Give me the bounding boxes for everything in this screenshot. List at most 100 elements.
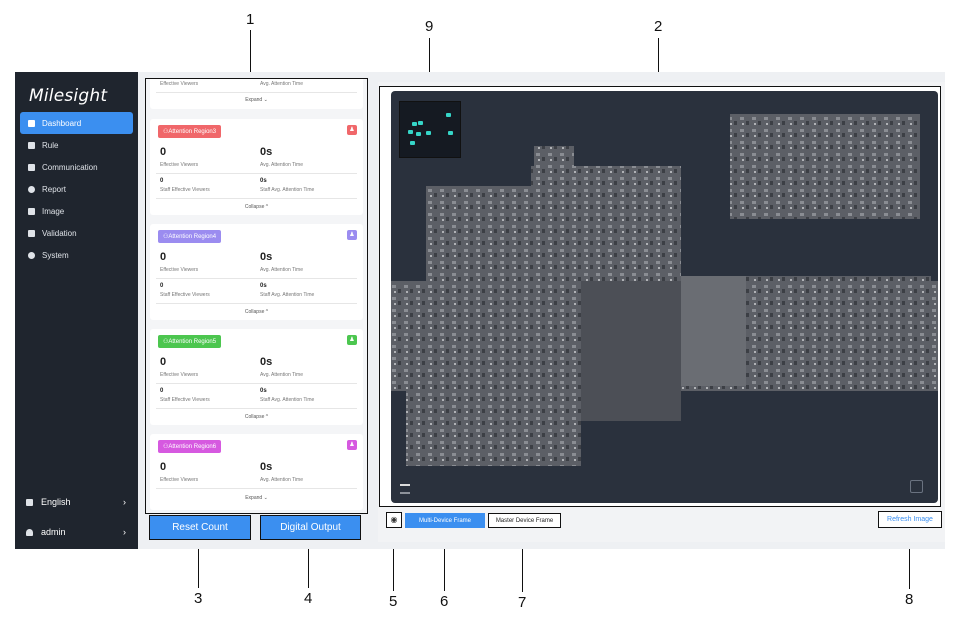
effective-viewers-label: Effective Viewers	[160, 162, 199, 168]
sidebar-item-communication[interactable]: Communication	[20, 156, 133, 178]
reset-count-button[interactable]: Reset Count	[149, 515, 251, 540]
divider	[156, 303, 357, 304]
effective-viewers-label: Effective Viewers	[160, 477, 199, 483]
eye-icon[interactable]: ◉	[386, 512, 402, 528]
callout-8: 8	[905, 591, 914, 608]
chevron-right-icon: ›	[123, 527, 126, 537]
region-card-partial: Effective Viewers Avg. Attention Time Ex…	[150, 79, 363, 109]
callout-1: 1	[246, 11, 255, 28]
effective-viewers-value: 0	[160, 251, 167, 263]
expand-toggle[interactable]: Expand ⌄	[150, 495, 363, 501]
chevron-right-icon: ›	[123, 497, 126, 507]
region-name: Attention Region6	[168, 443, 217, 450]
callout-line-1	[250, 30, 251, 78]
rule-icon	[28, 141, 35, 149]
region-tag[interactable]: ⚇ Attention Region6	[158, 440, 222, 453]
sidebar-item-label: Image	[42, 206, 65, 216]
staff-attention-label: Staff Avg. Attention Time	[260, 187, 315, 193]
sidebar-item-label: Communication	[42, 162, 98, 172]
multi-device-frame-button[interactable]: Multi-Device Frame	[405, 513, 485, 528]
region-user-icon[interactable]: ♟	[347, 440, 357, 450]
region-name: Attention Region3	[168, 128, 217, 135]
callout-9: 9	[425, 18, 434, 35]
staff-attention-value: 0s	[260, 178, 267, 184]
minimap-device-marker	[446, 113, 451, 117]
region-card: ⚇ Attention Region4 ♟ 0 0s Effective Vie…	[150, 224, 363, 320]
avg-attention-label: Avg. Attention Time	[260, 81, 303, 87]
minimap[interactable]	[399, 101, 461, 158]
staff-viewers-label: Staff Effective Viewers	[160, 187, 210, 193]
divider	[156, 198, 357, 199]
region-list-panel[interactable]: Effective Viewers Avg. Attention Time Ex…	[145, 78, 368, 514]
sidebar-item-rule[interactable]: Rule	[20, 134, 133, 156]
callout-4: 4	[304, 590, 313, 607]
staff-attention-value: 0s	[260, 283, 267, 289]
divider	[156, 173, 357, 174]
dashboard-icon	[28, 119, 35, 127]
collapse-toggle[interactable]: Collapse ^	[150, 309, 363, 315]
divider	[156, 488, 357, 489]
staff-viewers-value: 0	[160, 283, 164, 289]
collapse-toggle[interactable]: Collapse ^	[150, 204, 363, 210]
gear-icon	[28, 251, 35, 259]
effective-viewers-value: 0	[160, 461, 167, 473]
region-tag[interactable]: ⚇ Attention Region5	[158, 335, 222, 348]
staff-attention-value: 0s	[260, 388, 267, 394]
avg-attention-label: Avg. Attention Time	[260, 477, 303, 483]
sidebar-item-label: Report	[42, 184, 67, 194]
sidebar-item-validation[interactable]: Validation	[20, 222, 133, 244]
sidebar-item-label: Validation	[42, 228, 77, 238]
sidebar-item-label: Dashboard	[42, 118, 82, 128]
expand-toggle[interactable]: Expand ⌄	[150, 97, 363, 103]
scale-indicator	[400, 484, 410, 486]
sidebar-item-image[interactable]: Image	[20, 200, 133, 222]
region-name: Attention Region5	[168, 338, 217, 345]
digital-output-button[interactable]: Digital Output	[260, 515, 361, 540]
callout-5: 5	[389, 593, 398, 610]
region-user-icon[interactable]: ♟	[347, 230, 357, 240]
refresh-image-button[interactable]: Refresh Image	[878, 511, 942, 528]
sidebar: Milesight Dashboard Rule Communication R…	[15, 72, 138, 549]
effective-viewers-label: Effective Viewers	[160, 267, 199, 273]
region-card: ⚇ Attention Region5 ♟ 0 0s Effective Vie…	[150, 329, 363, 425]
sidebar-item-dashboard[interactable]: Dashboard	[20, 112, 133, 134]
avg-attention-label: Avg. Attention Time	[260, 372, 303, 378]
sidebar-nav: Dashboard Rule Communication Report Imag…	[20, 112, 133, 266]
region-tag[interactable]: ⚇ Attention Region4	[158, 230, 222, 243]
language-icon	[26, 498, 33, 506]
minimap-device-marker	[408, 130, 413, 134]
avg-attention-value: 0s	[260, 356, 273, 368]
minimap-device-marker	[416, 132, 421, 136]
region-tag[interactable]: ⚇ Attention Region3	[158, 125, 222, 138]
divider	[156, 408, 357, 409]
minimap-device-marker	[418, 121, 423, 125]
staff-attention-label: Staff Avg. Attention Time	[260, 292, 315, 298]
region-user-icon[interactable]: ♟	[347, 125, 357, 135]
milesight-logo: Milesight	[29, 86, 108, 106]
callout-7: 7	[518, 594, 527, 611]
effective-viewers-value: 0	[160, 356, 167, 368]
master-device-frame-button[interactable]: Master Device Frame	[488, 513, 561, 528]
minimap-device-marker	[448, 131, 453, 135]
region-name: Attention Region4	[168, 233, 217, 240]
avg-attention-label: Avg. Attention Time	[260, 267, 303, 273]
collapse-toggle[interactable]: Collapse ^	[150, 414, 363, 420]
callout-3: 3	[194, 590, 203, 607]
communication-icon	[28, 163, 35, 171]
fullscreen-icon[interactable]	[910, 480, 923, 493]
sidebar-item-label: System	[42, 250, 69, 260]
sidebar-item-system[interactable]: System	[20, 244, 133, 266]
avg-attention-value: 0s	[260, 251, 273, 263]
avg-attention-label: Avg. Attention Time	[260, 162, 303, 168]
sidebar-item-report[interactable]: Report	[20, 178, 133, 200]
scale-indicator	[400, 492, 410, 494]
user-menu[interactable]: admin ›	[26, 527, 126, 537]
minimap-device-marker	[410, 141, 415, 145]
staff-viewers-value: 0	[160, 388, 164, 394]
stitched-map-view[interactable]	[391, 91, 938, 503]
callout-6: 6	[440, 593, 449, 610]
region-user-icon[interactable]: ♟	[347, 335, 357, 345]
language-label: English	[41, 497, 71, 507]
staff-viewers-value: 0	[160, 178, 164, 184]
language-selector[interactable]: English ›	[26, 497, 126, 507]
